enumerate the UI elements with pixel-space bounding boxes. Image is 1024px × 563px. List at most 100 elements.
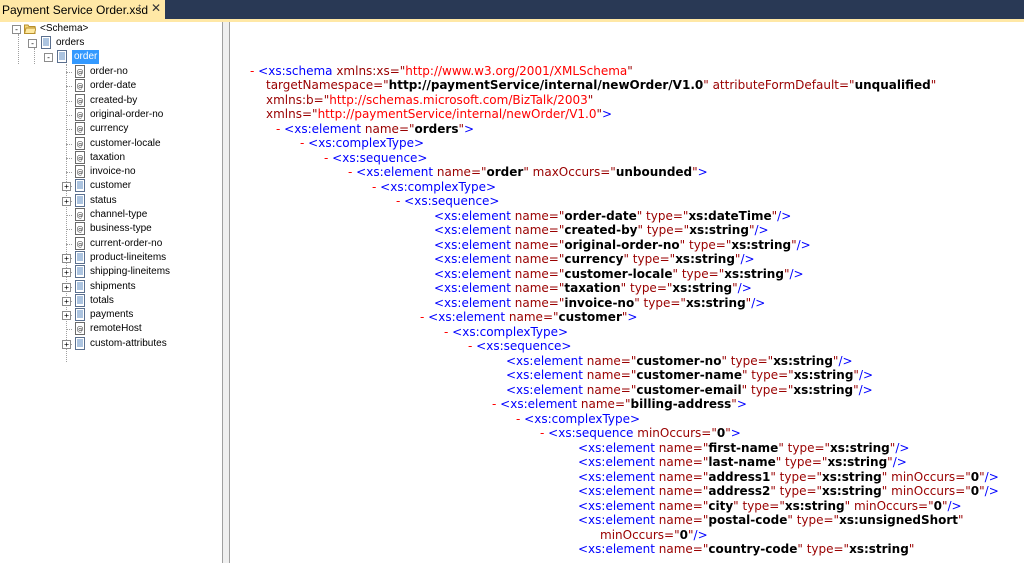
xml-token: > [697,165,708,179]
xml-token: <xs:sequence> [404,194,500,208]
xml-token: <xs:element [434,208,515,223]
xml-token: /> [947,498,962,513]
collapse-toggle-icon[interactable]: - [44,53,53,62]
collapse-toggle-icon[interactable]: - [12,25,21,34]
collapse-dash-icon[interactable]: - [444,325,452,339]
collapse-dash-icon[interactable]: - [492,397,500,411]
xml-token: /> [789,266,804,281]
field-element-icon: @ [74,107,86,121]
expand-toggle-icon[interactable]: + [62,282,71,292]
xml-line: <xs:element name="taxation" type="xs:str… [434,281,752,296]
xml-token: " type=" [741,368,794,382]
xml-line: - <xs:schema xmlns:xs="http://www.w3.org… [250,64,633,79]
close-icon[interactable]: ✕ [151,1,161,15]
expand-toggle-icon[interactable]: + [62,253,71,263]
xml-token: http://schemas.microsoft.com/BizTalk/200… [329,92,588,107]
document-tab[interactable]: Payment Service Order.xsd ↕ ✕ [0,0,165,19]
xml-token: name=" [658,542,709,556]
xml-token: xs:string [675,252,735,266]
collapse-dash-icon[interactable]: - [420,310,428,324]
xml-token: xs:string [827,455,888,469]
xml-token: name=" [586,353,637,368]
xml-token: <xs:sequence [548,426,638,440]
tree-node-label: payments [90,309,134,321]
xml-token: <xs:complexType> [380,179,497,194]
expand-toggle-icon[interactable]: + [62,311,71,321]
pin-icon[interactable]: ↕ [137,2,142,13]
tree-connector-line [66,129,72,131]
xml-token: " type=" [787,513,840,527]
field-element-icon: @ [74,322,86,336]
xml-token: <xs:element [506,368,587,382]
panel-splitter[interactable] [222,22,230,563]
expand-toggle-icon[interactable]: + [62,182,71,192]
xml-token: http://paymentService/internal/newOrder/… [388,78,704,92]
collapse-dash-icon[interactable]: - [540,426,548,440]
xml-line: <xs:element name="invoice-no" type="xs:s… [434,296,765,311]
xml-token: /> [737,281,752,295]
xml-line: minOccurs="0"/> [600,528,708,543]
collapse-dash-icon[interactable]: - [372,180,380,194]
tree-node-label: custom-attributes [90,337,167,349]
collapse-dash-icon[interactable]: - [300,136,308,150]
xml-token: " [930,78,937,92]
field-element-icon: @ [74,150,86,164]
xml-line: <xs:element name="customer-name" type="x… [506,368,873,383]
expand-toggle-icon[interactable]: + [62,268,71,278]
xml-token: " maxOccurs=" [523,165,616,179]
tree-connector-line [66,100,72,102]
xml-line: - <xs:complexType> [444,325,568,340]
xml-token: country-code [708,542,798,556]
xml-token: " type=" [679,237,732,252]
xml-token: xs:string [849,542,909,556]
tree-node-label: original-order-no [90,108,164,120]
record-icon [74,279,86,293]
xml-line: <xs:element name="city" type="xs:string"… [578,499,962,514]
xml-token: postal-code [708,513,788,527]
expand-toggle-icon[interactable]: + [62,339,71,349]
tree-node-label: remoteHost [90,323,142,335]
collapse-dash-icon[interactable]: - [396,194,404,208]
xml-token: " [908,542,915,556]
collapse-dash-icon[interactable]: - [348,165,356,179]
xml-line: xmlns="http://paymentService/internal/ne… [266,107,612,122]
xml-token: /> [751,295,766,310]
xml-token: 0 [716,426,726,440]
xml-line: <xs:element name="first-name" type="xs:s… [578,441,909,456]
xml-token: name=" [658,469,709,484]
collapse-dash-icon[interactable]: - [250,64,258,78]
collapse-dash-icon[interactable]: - [276,122,284,136]
tree-node-label: totals [90,294,114,306]
xml-token: name=" [514,223,565,237]
xml-token: <xs:element [434,252,515,266]
collapse-dash-icon[interactable]: - [468,339,476,353]
expand-toggle-icon[interactable]: + [62,196,71,206]
xml-token: /> [892,455,907,469]
tree-connector-line [66,114,72,116]
tree-connector-line [18,34,19,64]
svg-text:@: @ [77,326,84,334]
record-icon [56,50,68,63]
svg-text:@: @ [77,140,84,148]
xml-line: - <xs:sequence> [468,339,572,354]
xml-line: <xs:element name="address2" type="xs:str… [578,484,999,499]
xml-token: <xs:sequence> [332,150,428,165]
collapse-dash-icon[interactable]: - [324,151,332,165]
collapse-toggle-icon[interactable]: - [28,39,37,48]
collapse-dash-icon[interactable]: - [516,412,524,426]
expand-toggle-icon[interactable]: + [62,296,71,306]
xml-token: name=" [658,498,709,513]
xml-line: - <xs:element name="billing-address"> [492,397,747,412]
xml-token: xs:string [672,281,733,295]
xml-token: xs:string [689,223,749,237]
xml-token: order-date [564,208,637,223]
xml-token: customer-locale [564,266,673,281]
field-element-icon: @ [74,236,86,250]
xml-token: /> [858,368,874,382]
xml-line: <xs:element name="last-name" type="xs:st… [578,455,907,470]
xml-token: taxation [564,281,621,295]
xml-token: xs:string [773,353,833,368]
record-icon [74,193,86,207]
tree-connector-line [34,48,35,64]
document-tab-bar: Payment Service Order.xsd ↕ ✕ [0,0,1024,19]
